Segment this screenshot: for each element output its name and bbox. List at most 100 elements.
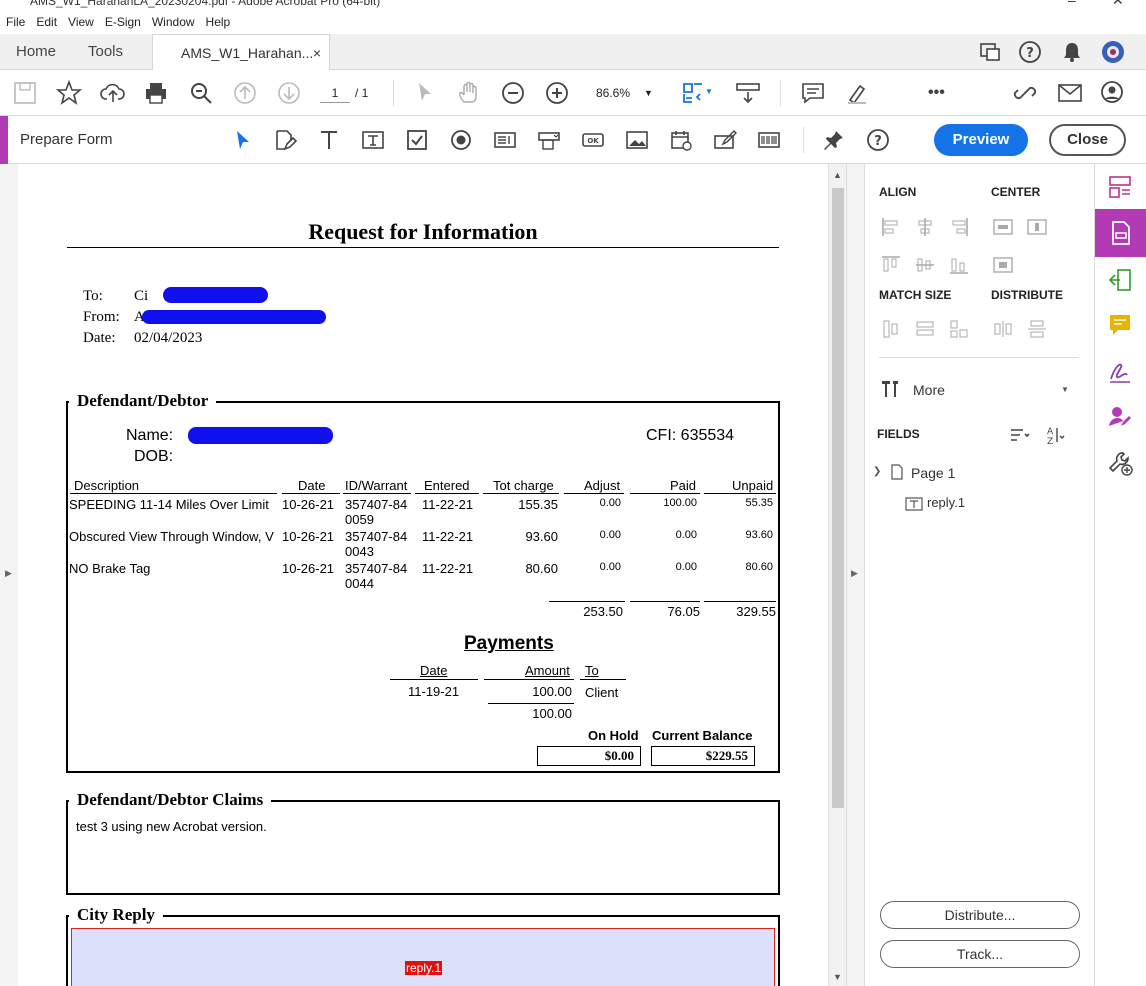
menu-view[interactable]: View [62,10,99,29]
align-middle-icon[interactable] [914,254,936,276]
page-number-input[interactable]: 1 [320,83,350,103]
more-tools-wrench-icon[interactable] [1107,450,1133,476]
checkbox-icon[interactable] [405,128,429,152]
hand-tool-icon[interactable] [456,80,482,106]
menu-help[interactable]: Help [200,10,236,29]
add-user-icon[interactable] [1100,80,1126,106]
fields-page-item[interactable]: Page 1 [911,465,955,481]
menu-file[interactable]: File [0,10,30,29]
collapse-panel-icon[interactable]: ▶ [851,568,858,579]
reply-form-field[interactable]: reply.1 [71,928,775,986]
form-help-icon[interactable]: ? [866,128,890,152]
scroll-up-icon[interactable]: ▲ [833,170,842,180]
scroll-down-icon[interactable]: ▼ [833,972,842,982]
align-bottom-icon[interactable] [948,254,970,276]
align-right-icon[interactable] [948,216,970,238]
comment-tool-icon[interactable] [1107,312,1133,338]
zoom-search-icon[interactable] [188,80,214,106]
next-page-icon[interactable] [276,80,302,106]
dropdown-field-icon[interactable] [537,128,561,152]
scroll-mode-icon[interactable] [735,80,761,106]
highlight-pen-icon[interactable] [844,80,870,106]
image-field-icon[interactable] [625,128,649,152]
text-field-icon[interactable] [361,128,385,152]
right-panel-toggle[interactable]: ▶ [846,164,864,986]
scrollbar-thumb[interactable] [832,188,844,808]
distribute-horizontal-icon[interactable] [992,318,1014,340]
fit-chevron-icon[interactable]: ▼ [705,87,713,96]
organize-pages-icon[interactable] [1107,174,1133,200]
prepare-form-tool-active[interactable] [1095,209,1146,257]
link-share-icon[interactable] [1012,80,1038,106]
bookmark-star-icon[interactable] [56,80,82,106]
menu-edit[interactable]: Edit [30,10,62,29]
fit-page-icon[interactable] [680,80,706,106]
upload-cloud-icon[interactable] [100,80,126,106]
row-entered: 11-22-21 [422,529,474,544]
match-both-icon[interactable] [948,318,970,340]
fill-sign-icon[interactable] [1107,359,1133,385]
select-cursor-icon[interactable] [412,80,438,106]
sort-alpha-icon[interactable]: AZ [1045,424,1067,446]
collapse-page-icon[interactable]: ❯ [873,466,881,477]
field-item-reply[interactable]: reply.1 [927,495,965,510]
menu-esign[interactable]: E-Sign [99,10,146,29]
tab-tools[interactable]: Tools [88,34,123,70]
align-left-icon[interactable] [880,216,902,238]
align-center-h-icon[interactable] [914,216,936,238]
expand-left-icon[interactable]: ▶ [5,568,12,579]
center-vertical-icon[interactable] [1026,216,1048,238]
preview-button[interactable]: Preview [934,124,1028,156]
help-icon[interactable]: ? [1018,40,1042,64]
barcode-icon[interactable] [757,128,781,152]
center-both-icon[interactable] [992,254,1014,276]
left-panel-toggle[interactable]: ▶ [0,164,18,986]
vertical-scrollbar[interactable]: ▲ ▼ [828,164,846,986]
match-height-icon[interactable] [880,318,902,340]
distribute-button[interactable]: Distribute... [880,901,1080,929]
close-tab-icon[interactable]: × [313,35,321,71]
zoom-level-select[interactable]: 86.6% ▼ [590,83,658,103]
tab-home[interactable]: Home [16,34,56,70]
list-box-icon[interactable] [493,128,517,152]
share-screen-icon[interactable] [978,40,1002,64]
radio-button-icon[interactable] [449,128,473,152]
signature-field-icon[interactable] [713,128,737,152]
more-tools-icon[interactable]: ••• [928,84,945,102]
sort-list-icon[interactable] [1009,424,1031,446]
date-field-icon[interactable] [669,128,693,152]
align-top-icon[interactable] [880,254,902,276]
menu-window[interactable]: Window [146,10,200,29]
more-label[interactable]: More [913,382,945,398]
notifications-icon[interactable] [1060,40,1084,64]
tools-icon[interactable] [879,378,901,400]
city-reply-title: City Reply [69,905,163,925]
close-window-icon[interactable]: ✕ [1112,0,1124,9]
close-form-button[interactable]: Close [1049,124,1126,156]
print-icon[interactable] [143,80,169,106]
comment-icon[interactable] [800,80,826,106]
text-field-icon [905,497,923,511]
save-icon[interactable] [12,80,38,106]
minimize-icon[interactable]: – [1068,0,1076,8]
add-text-icon[interactable] [317,128,341,152]
svg-text:?: ? [1026,46,1034,61]
zoom-in-icon[interactable] [544,80,570,106]
redaction-mark [142,310,326,324]
more-chevron-icon[interactable]: ▼ [1061,385,1069,394]
avatar[interactable] [1101,40,1125,64]
previous-page-icon[interactable] [232,80,258,106]
export-pdf-icon[interactable] [1107,267,1133,293]
select-object-icon[interactable] [231,128,255,152]
zoom-out-icon[interactable] [500,80,526,106]
track-button[interactable]: Track... [880,940,1080,968]
pin-icon[interactable] [822,128,846,152]
email-icon[interactable] [1057,80,1083,106]
edit-form-icon[interactable] [273,128,297,152]
button-field-icon[interactable]: OK [581,128,605,152]
match-width-icon[interactable] [914,318,936,340]
center-horizontal-icon[interactable] [992,216,1014,238]
request-signature-icon[interactable] [1107,404,1133,430]
distribute-vertical-icon[interactable] [1026,318,1048,340]
tab-document[interactable]: AMS_W1_Harahan... × [152,34,330,71]
